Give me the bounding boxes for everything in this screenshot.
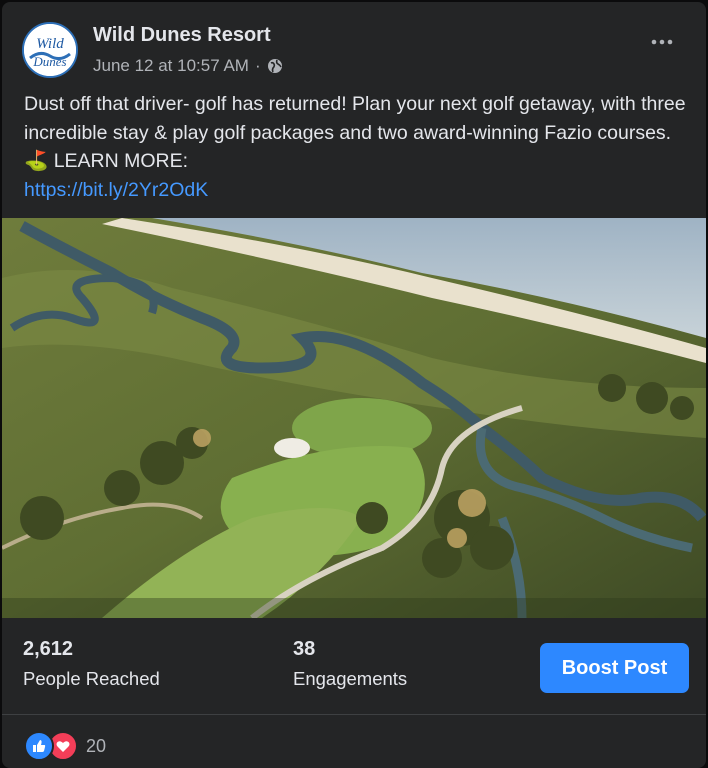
page-avatar[interactable]: Wild Dunes [22, 22, 78, 78]
post-header: Wild Dunes Wild Dunes Resort June 12 at … [2, 2, 706, 82]
more-options-button[interactable] [648, 34, 676, 50]
wild-dunes-logo: Wild Dunes [24, 24, 76, 76]
post-link[interactable]: https://bit.ly/2Yr2OdK [24, 176, 694, 205]
post-meta: June 12 at 10:57 AM · [93, 56, 283, 76]
post-timestamp[interactable]: June 12 at 10:57 AM [93, 56, 249, 76]
post-body: Dust off that driver- golf has returned!… [24, 90, 694, 204]
footer-divider [2, 714, 706, 715]
page-name[interactable]: Wild Dunes Resort [93, 24, 271, 47]
post-card: Wild Dunes Wild Dunes Resort June 12 at … [2, 2, 706, 768]
like-icon [24, 731, 54, 761]
svg-text:Wild: Wild [36, 36, 64, 52]
aerial-golf-course-photo [2, 218, 706, 618]
reactions-summary[interactable]: 20 [24, 731, 106, 761]
meta-separator: · [254, 56, 261, 75]
people-reached-value: 2,612 [23, 638, 74, 660]
post-insights: 2,612 People Reached 38 Engagements Boos… [2, 618, 706, 714]
reaction-count[interactable]: 20 [86, 736, 106, 757]
engagements-label: Engagements [293, 668, 408, 689]
people-reached-label: People Reached [23, 668, 160, 689]
post-text: Dust off that driver- golf has returned!… [24, 93, 686, 172]
boost-post-button[interactable]: Boost Post [540, 643, 689, 693]
globe-icon [267, 59, 282, 73]
more-horizontal-icon [651, 39, 673, 45]
post-photo[interactable] [2, 218, 706, 618]
svg-text:Dunes: Dunes [32, 54, 66, 69]
engagements-value: 38 [293, 638, 316, 660]
